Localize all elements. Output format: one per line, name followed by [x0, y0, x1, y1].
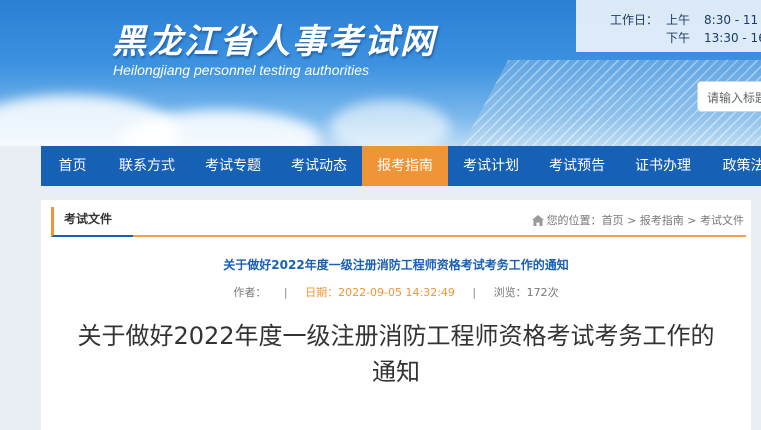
working-hours-label: 工作日： — [610, 13, 659, 27]
main-nav: 首页 联系方式 考试专题 考试动态 报考指南 考试计划 考试预告 证书办理 政策… — [41, 146, 761, 186]
nav-item-registration-guide[interactable]: 报考指南 — [362, 146, 448, 186]
meta-divider: | — [472, 286, 477, 299]
views-value: 172次 — [526, 286, 559, 299]
nav-item-certificates[interactable]: 证书办理 — [620, 146, 706, 186]
article-views: 浏览：172次 — [494, 286, 559, 299]
nav-item-exam-topics[interactable]: 考试专题 — [190, 146, 276, 186]
afternoon-label: 下午 — [666, 31, 691, 45]
views-label: 浏览： — [493, 286, 527, 299]
article-author: 作者： — [233, 286, 267, 299]
breadcrumb-separator: > — [627, 214, 637, 227]
search-input[interactable]: 请输入标题 — [697, 81, 761, 112]
breadcrumb-exam-files[interactable]: 考试文件 — [700, 214, 744, 227]
breadcrumb-separator: > — [687, 214, 697, 227]
nav-item-contact[interactable]: 联系方式 — [104, 146, 190, 186]
nav-item-exam-preview[interactable]: 考试预告 — [534, 146, 620, 186]
section-tab[interactable]: 考试文件 — [51, 207, 133, 237]
breadcrumb: 您的位置：首页 > 报考指南 > 考试文件 — [531, 212, 744, 229]
nav-item-exam-news[interactable]: 考试动态 — [276, 146, 362, 186]
breadcrumb-home[interactable]: 首页 — [602, 214, 624, 227]
article-meta: 作者： | 日期：2022-09-05 14:32:49 | 浏览：172次 — [41, 284, 751, 300]
working-hours-panel: 工作日： 上午 8:30 - 11 下午 13:30 - 16 — [576, 0, 761, 52]
working-hours-morning: 上午 8:30 - 11 — [666, 11, 758, 28]
nav-item-home[interactable]: 首页 — [41, 146, 104, 186]
afternoon-time: 13:30 - 16 — [704, 31, 761, 45]
search-placeholder: 请输入标题 — [707, 91, 761, 105]
date-label: 日期： — [305, 286, 339, 299]
section-header: 考试文件 您的位置：首页 > 报考指南 > 考试文件 — [51, 207, 746, 237]
article-date: 日期：2022-09-05 14:32:49 — [305, 286, 455, 299]
home-icon — [531, 215, 544, 229]
working-hours-afternoon: 下午 13:30 - 16 — [666, 29, 761, 46]
content-card: 考试文件 您的位置：首页 > 报考指南 > 考试文件 关于做好2022年度一级注… — [41, 200, 751, 430]
site-banner: 黑龙江省人事考试网 Heilongjiang personnel testing… — [0, 0, 761, 146]
nav-item-policies[interactable]: 政策法 — [706, 146, 761, 186]
nav-item-exam-plan[interactable]: 考试计划 — [448, 146, 534, 186]
breadcrumb-prefix: 您的位置： — [546, 214, 602, 227]
morning-time: 8:30 - 11 — [704, 13, 759, 27]
article-title: 关于做好2022年度一级注册消防工程师资格考试考务工作的通知 — [77, 322, 715, 386]
morning-label: 上午 — [666, 13, 691, 27]
site-title: 黑龙江省人事考试网 — [112, 22, 436, 62]
site-subtitle: Heilongjiang personnel testing authoriti… — [113, 62, 370, 78]
banner-cloud — [330, 100, 450, 146]
article-header-title: 关于做好2022年度一级注册消防工程师资格考试考务工作的通知 — [223, 258, 569, 272]
date-value: 2022-09-05 14:32:49 — [338, 286, 455, 299]
breadcrumb-registration-guide[interactable]: 报考指南 — [640, 214, 684, 227]
meta-divider: | — [283, 286, 288, 299]
